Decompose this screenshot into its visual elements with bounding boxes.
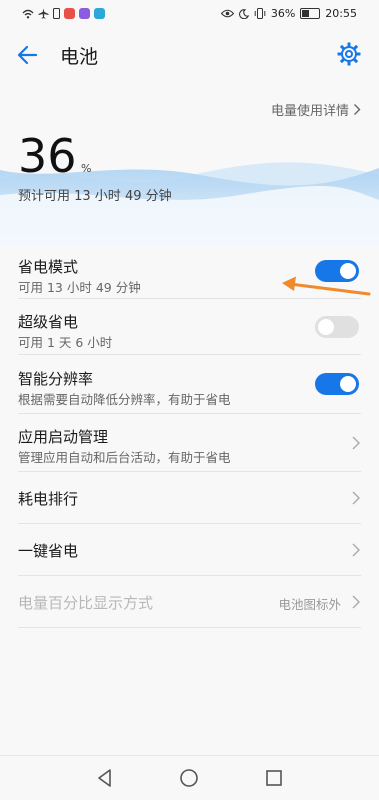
smart-resolution-toggle[interactable] [315,373,359,395]
chevron-right-icon [354,104,361,115]
ultra-power-saving-toggle[interactable] [315,316,359,338]
airplane-icon [38,8,49,19]
title-bar: 电池 [0,32,379,78]
back-triangle-icon[interactable] [93,766,117,790]
battery-estimate: 预计可用 13 小时 49 分钟 [18,189,172,204]
battery-percent-unit: % [81,162,92,175]
battery-percent-value: 36 [18,129,77,183]
setting-smart-resolution[interactable]: 智能分辨率 根据需要自动降低分辨率，有助于省电 [0,355,379,414]
usage-details-link[interactable]: 电量使用详情 [271,100,361,119]
usage-details-label: 电量使用详情 [270,104,349,119]
sim-icon [53,8,60,19]
setting-sub: 可用 13 小时 49 分钟 [18,280,141,295]
clock: 20:55 [325,7,357,20]
gear-icon[interactable] [335,40,363,68]
recents-square-icon[interactable] [262,766,286,790]
chevron-right-icon [352,595,360,609]
setting-ultra-power-saving[interactable]: 超级省电 可用 1 天 6 小时 [0,299,379,355]
navigation-bar [0,755,379,800]
app-icon [79,8,90,19]
status-bar: 36% 20:55 [0,0,379,30]
setting-label: 超级省电 [18,313,79,331]
setting-app-launch[interactable]: 应用启动管理 管理应用自动和后台活动，有助于省电 [0,414,379,472]
home-circle-icon[interactable] [177,766,201,790]
page-title: 电池 [60,46,99,68]
setting-consumption-rank[interactable]: 耗电排行 [0,472,379,524]
eye-icon [220,9,234,18]
status-icons-right: 36% 20:55 [220,7,357,20]
chevron-right-icon [352,543,360,557]
battery-icon [300,8,321,19]
setting-label: 耗电排行 [18,490,79,508]
arrow-left-icon[interactable] [14,41,44,69]
chevron-right-icon [352,491,360,505]
annotation-arrow-icon [282,276,371,296]
setting-label: 电量百分比显示方式 [18,594,154,612]
setting-label: 智能分辨率 [18,370,94,388]
chevron-right-icon [352,436,360,450]
status-icons-left [22,8,105,19]
setting-sub: 可用 1 天 6 小时 [18,335,113,350]
moon-icon [238,8,249,19]
setting-label: 应用启动管理 [18,428,109,446]
setting-sub: 根据需要自动降低分辨率，有助于省电 [18,392,231,407]
battery-percent-text: 36% [270,7,296,20]
weibo-icon [64,8,75,19]
app-icon [94,8,105,19]
vibrate-icon [254,8,266,19]
setting-percent-display[interactable]: 电量百分比显示方式 电池图标外 [0,576,379,628]
setting-one-key-save[interactable]: 一键省电 [0,524,379,576]
setting-label: 一键省电 [18,542,79,560]
wifi-icon [22,9,34,18]
setting-value: 电池图标外 [278,597,341,612]
setting-sub: 管理应用自动和后台活动，有助于省电 [18,450,231,465]
setting-label: 省电模式 [18,258,79,276]
